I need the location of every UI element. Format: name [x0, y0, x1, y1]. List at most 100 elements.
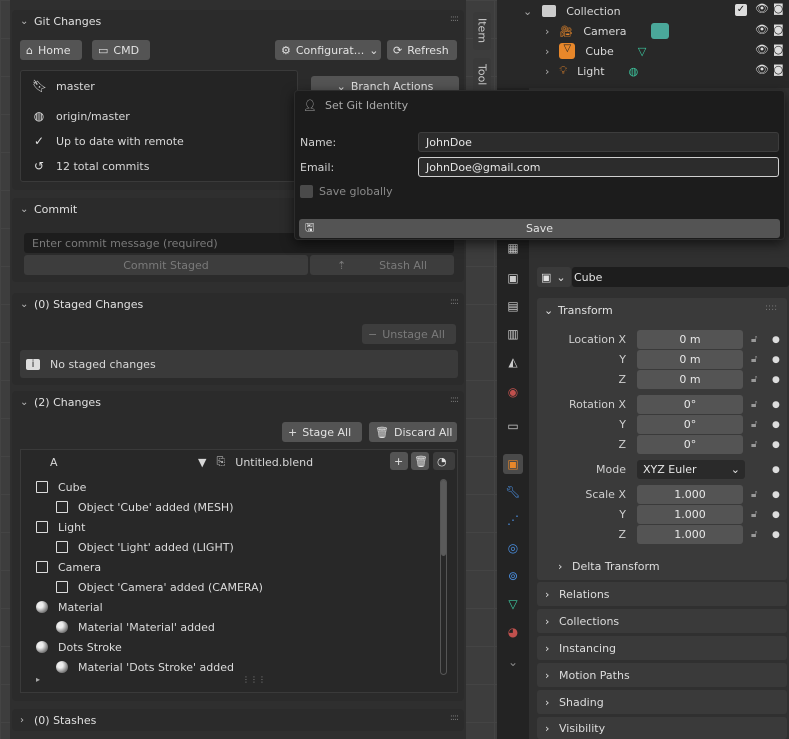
particles-icon[interactable]: ⋰	[503, 510, 523, 530]
refresh-button[interactable]: ⟳ Refresh	[387, 40, 457, 60]
changes-header[interactable]: ⌄ (2) Changes ::::	[12, 391, 464, 413]
scale-y-field[interactable]: 1.000	[637, 505, 743, 524]
lock-icon[interactable]: 🔓︎	[751, 509, 757, 520]
lock-icon[interactable]: 🔓︎	[751, 374, 757, 385]
checkbox-checked-icon[interactable]: ✓	[735, 4, 747, 16]
eye-icon[interactable]: 👁︎	[755, 2, 769, 15]
home-button[interactable]: ⌂ Home	[20, 40, 82, 60]
rotation-z-field[interactable]: 0°	[637, 435, 743, 454]
drag-grip-icon[interactable]: ::::	[765, 303, 777, 313]
list-item[interactable]: Object 'Cube' added (MESH)	[56, 497, 234, 517]
keyframe-dot-icon[interactable]: ●	[772, 355, 780, 365]
stashes-header[interactable]: › (0) Stashes ::::	[12, 709, 464, 731]
expand-triangle-icon[interactable]: ▸	[36, 675, 40, 684]
location-x-field[interactable]: 0 m	[637, 330, 743, 349]
lock-icon[interactable]: 🔓︎	[751, 529, 757, 540]
panel-shading[interactable]: › Shading	[537, 690, 787, 714]
physics-icon[interactable]: ◎	[503, 538, 523, 558]
configuration-dropdown[interactable]: ⚙ Configurat... ⌄	[275, 40, 381, 60]
save-button[interactable]: 🖫︎ Save	[299, 219, 780, 238]
render-icon[interactable]: ▣	[503, 268, 523, 288]
list-item[interactable]: Object 'Light' added (LIGHT)	[56, 537, 234, 557]
git-changes-header[interactable]: ⌄ Git Changes ::::	[12, 10, 464, 32]
panel-visibility[interactable]: › Visibility	[537, 717, 787, 739]
delta-transform-subpanel[interactable]: › Delta Transform	[558, 556, 660, 576]
list-item[interactable]: Object 'Camera' added (CAMERA)	[56, 577, 263, 597]
drag-grip-icon[interactable]: ::::	[450, 297, 459, 307]
drag-grip-icon[interactable]: ::::	[450, 14, 459, 24]
commit-staged-button[interactable]: Commit Staged	[24, 255, 308, 275]
lock-icon[interactable]: 🔓︎	[751, 439, 757, 450]
object-properties-icon[interactable]: ▣	[503, 454, 523, 474]
camera-icon[interactable]: ◙	[773, 43, 784, 56]
keyframe-dot-icon[interactable]: ●	[772, 420, 780, 430]
object-name-field[interactable]: Cube	[572, 267, 789, 287]
panel-collections[interactable]: › Collections	[537, 609, 787, 633]
world-icon[interactable]: ◉	[503, 382, 523, 402]
scrollbar-thumb[interactable]	[441, 480, 446, 556]
list-item[interactable]: Material	[36, 597, 103, 617]
stash-all-button[interactable]: ⇡ Stash All	[310, 255, 454, 275]
chevron-down-icon[interactable]: ⌄	[503, 652, 523, 672]
lock-icon[interactable]: 🔓︎	[751, 334, 757, 345]
tool-icon[interactable]: ▦	[503, 238, 523, 258]
keyframe-dot-icon[interactable]: ●	[772, 335, 780, 345]
wrench-icon[interactable]: 🔧︎	[503, 482, 523, 502]
list-item[interactable]: Material 'Material' added	[56, 617, 215, 637]
collection-icon[interactable]: ▭	[503, 416, 523, 436]
stage-all-button[interactable]: + Stage All	[282, 422, 362, 442]
camera-icon[interactable]: ◙	[773, 63, 784, 76]
tab-item[interactable]: Item	[473, 12, 491, 50]
unstage-all-button[interactable]: − Unstage All	[362, 324, 456, 344]
list-item[interactable]: Material 'Dots Stroke' added	[56, 657, 234, 677]
eye-icon[interactable]: 👁︎	[755, 63, 769, 76]
trash-icon[interactable]: 🗑︎	[411, 452, 429, 470]
keyframe-dot-icon[interactable]: ●	[772, 400, 780, 410]
camera-icon[interactable]: ◙	[773, 23, 784, 36]
location-z-field[interactable]: 0 m	[637, 370, 743, 389]
cmd-button[interactable]: ▭ CMD	[92, 40, 150, 60]
list-item[interactable]: Camera	[36, 557, 101, 577]
eye-icon[interactable]: 👁︎	[755, 43, 769, 56]
location-y-field[interactable]: 0 m	[637, 350, 743, 369]
staged-changes-header[interactable]: ⌄ (0) Staged Changes ::::	[12, 293, 464, 315]
list-header-col[interactable]: A	[50, 451, 58, 473]
scale-x-field[interactable]: 1.000	[637, 485, 743, 504]
drag-grip-icon[interactable]: ::::	[450, 713, 459, 723]
panel-motion-paths[interactable]: › Motion Paths	[537, 663, 787, 687]
outliner-collection-row[interactable]: ⌄ Collection	[523, 0, 621, 22]
save-globally-checkbox[interactable]: Save globally	[300, 185, 393, 198]
camera-icon[interactable]: ◙	[773, 2, 784, 15]
lock-icon[interactable]: 🔓︎	[751, 354, 757, 365]
view-layer-icon[interactable]: ▥	[503, 324, 523, 344]
drag-grip-icon[interactable]: ::::	[450, 395, 459, 405]
outliner-item-light[interactable]: › 💡︎ Light ◍	[545, 60, 638, 82]
list-item[interactable]: Cube	[36, 477, 86, 497]
lock-icon[interactable]: 🔓︎	[751, 419, 757, 430]
resize-grip-icon[interactable]: ⋮⋮⋮	[242, 675, 266, 684]
list-item[interactable]: Dots Stroke	[36, 637, 122, 657]
eye-icon[interactable]: 👁︎	[755, 23, 769, 36]
outliner-item-camera[interactable]: › 🎥︎ Camera	[545, 20, 669, 42]
outliner-item-cube[interactable]: › ▽ Cube ▽	[545, 40, 646, 62]
panel-relations[interactable]: › Relations	[537, 582, 787, 606]
discard-all-button[interactable]: 🗑︎ Discard All	[369, 422, 457, 442]
lock-icon[interactable]: 🔓︎	[751, 489, 757, 500]
rotation-mode-dropdown[interactable]: XYZ Euler ⌄	[637, 460, 745, 479]
list-item[interactable]: Light	[36, 517, 85, 537]
keyframe-dot-icon[interactable]: ●	[772, 490, 780, 500]
tab-tool[interactable]: Tool	[473, 58, 491, 92]
scene-icon[interactable]: ◭	[503, 352, 523, 372]
keyframe-dot-icon[interactable]: ●	[772, 530, 780, 540]
scale-z-field[interactable]: 1.000	[637, 525, 743, 544]
rotation-x-field[interactable]: 0°	[637, 395, 743, 414]
blender-icon[interactable]: ◔	[433, 452, 455, 470]
file-selector[interactable]: ▼ ⎘ Untitled.blend	[198, 451, 313, 473]
keyframe-dot-icon[interactable]: ●	[772, 465, 780, 475]
panel-instancing[interactable]: › Instancing	[537, 636, 787, 660]
object-type-dropdown[interactable]: ▣ ⌄	[537, 267, 571, 287]
mesh-data-icon[interactable]: ▽	[503, 594, 523, 614]
keyframe-dot-icon[interactable]: ●	[772, 440, 780, 450]
name-input[interactable]: JohnDoe	[418, 132, 779, 152]
email-input[interactable]: JohnDoe@gmail.com	[418, 157, 779, 177]
